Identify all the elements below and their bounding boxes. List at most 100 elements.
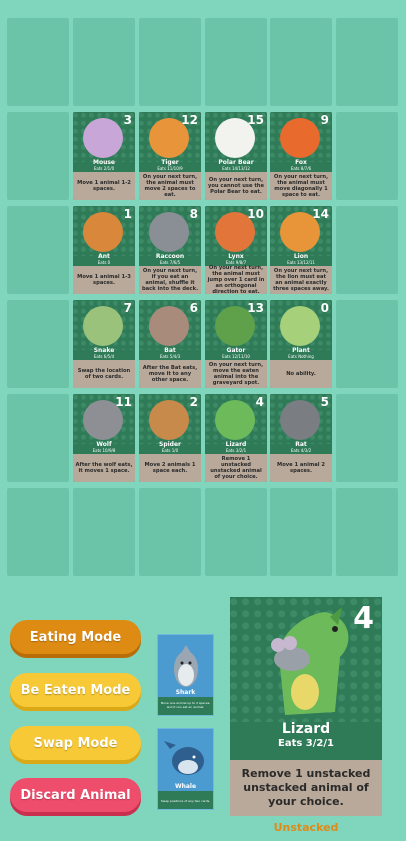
board-cell[interactable] bbox=[7, 394, 69, 482]
board-cell[interactable] bbox=[205, 18, 267, 106]
snake-icon bbox=[83, 306, 123, 346]
board-cell[interactable] bbox=[205, 488, 267, 576]
animal-card[interactable]: 15 Polar Bear Eats 14/13/12 On your next tu… bbox=[205, 112, 267, 200]
animal-card[interactable]: 9 Fox Eats 8/7/6 On your next turn, the ani… bbox=[270, 112, 332, 200]
board-cell[interactable] bbox=[7, 18, 69, 106]
card-name: Lizard bbox=[225, 441, 247, 448]
whale-ability: Swap positions of any two cards. bbox=[160, 799, 211, 803]
selected-card-ability: Remove 1 unstacked unstacked animal of y… bbox=[230, 760, 382, 816]
game-board: 3 Mouse Eats 2/1/0 Move 1 animal 1-2 spaces… bbox=[0, 0, 406, 580]
board-cell[interactable] bbox=[336, 18, 398, 106]
card-ability: After the Bat eats, move it to any other… bbox=[139, 360, 201, 388]
board-cell[interactable] bbox=[73, 488, 135, 576]
card-number: 5 bbox=[320, 395, 329, 409]
card-name: Spider bbox=[159, 441, 181, 448]
animal-card[interactable]: 6 Bat Eats 5/4/3 After the Bat eats, move i… bbox=[139, 300, 201, 388]
animal-card[interactable]: 12 Tiger Eats 11/10/9 On your next turn, th… bbox=[139, 112, 201, 200]
card-eats: Eats 3/2/1 bbox=[225, 448, 247, 453]
rat-icon bbox=[280, 400, 320, 440]
card-number: 15 bbox=[247, 113, 264, 127]
selected-card-status: Unstacked bbox=[273, 821, 339, 834]
board-cell[interactable] bbox=[336, 394, 398, 482]
whale-name: Whale bbox=[174, 783, 197, 790]
card-ability: On your next turn, you cannot use the Po… bbox=[205, 172, 267, 200]
board-cell[interactable] bbox=[270, 18, 332, 106]
lizard-icon bbox=[215, 400, 255, 440]
card-ability: Move 2 animals 1 space each. bbox=[139, 454, 201, 482]
card-name: Mouse bbox=[92, 159, 115, 166]
animal-card[interactable]: 13 Gator Eats 12/11/10 On your next turn, m… bbox=[205, 300, 267, 388]
card-ability: No ability. bbox=[270, 360, 332, 388]
board-cell[interactable] bbox=[73, 18, 135, 106]
swap-mode-button[interactable]: Swap Mode bbox=[10, 726, 141, 760]
discard-animal-button[interactable]: Discard Animal bbox=[10, 778, 141, 812]
card-number: 1 bbox=[123, 207, 132, 221]
whale-icon bbox=[158, 729, 213, 791]
selected-card: 4 Lizard Eats 3/2/1 Remove 1 unstacked u… bbox=[230, 597, 382, 816]
card-name: Tiger bbox=[161, 159, 179, 166]
board-cell[interactable] bbox=[7, 112, 69, 200]
selected-card-eats: Eats 3/2/1 bbox=[278, 738, 334, 749]
card-number: 2 bbox=[189, 395, 198, 409]
card-ability: On your next turn, the animal must jump … bbox=[205, 265, 267, 294]
card-name: Rat bbox=[295, 441, 307, 448]
animal-card[interactable]: 7 Snake Eats 6/5/4 Swap the location of two… bbox=[73, 300, 135, 388]
board-cell[interactable] bbox=[336, 112, 398, 200]
board-cell[interactable] bbox=[7, 300, 69, 388]
board-cell[interactable] bbox=[336, 300, 398, 388]
card-eats: Eats 14/13/12 bbox=[222, 166, 250, 171]
card-eats: Eats 12/11/10 bbox=[222, 354, 250, 359]
be-eaten-mode-button[interactable]: Be Eaten Mode bbox=[10, 673, 141, 707]
animal-card[interactable]: 0 Plant Eats Nothing No ability. bbox=[270, 300, 332, 388]
animal-card[interactable]: 14 Lion Eats 13/12/11 On your next turn, th… bbox=[270, 206, 332, 294]
board-cell[interactable] bbox=[270, 488, 332, 576]
raccoon-icon bbox=[149, 212, 189, 252]
board-cell[interactable] bbox=[7, 206, 69, 294]
card-name: Ant bbox=[98, 253, 110, 260]
card-name: Fox bbox=[295, 159, 307, 166]
board-cell[interactable] bbox=[139, 488, 201, 576]
card-eats: Eats 8/7/6 bbox=[290, 166, 312, 171]
eating-mode-button[interactable]: Eating Mode bbox=[10, 620, 141, 654]
card-eats: Eats Nothing bbox=[288, 354, 314, 359]
animal-card[interactable]: 10 Lynx Eats 9/8/7 On your next turn, the a… bbox=[205, 206, 267, 294]
card-number: 8 bbox=[189, 207, 198, 221]
animal-card[interactable]: 11 Wolf Eats 10/9/8 After the wolf eats, it… bbox=[73, 394, 135, 482]
card-eats: Eats 10/9/8 bbox=[92, 448, 116, 453]
card-ability: Move 1 animal 1-3 spaces. bbox=[73, 266, 135, 294]
selected-card-name: Lizard bbox=[281, 721, 331, 737]
animal-card[interactable]: 5 Rat Eats 4/3/2 Move 1 animal 2 spaces. bbox=[270, 394, 332, 482]
card-eats: Eats 1/0 bbox=[161, 448, 179, 453]
board-cell[interactable] bbox=[7, 488, 69, 576]
card-name: Bat bbox=[164, 347, 176, 354]
card-number: 9 bbox=[320, 113, 329, 127]
board-cell[interactable] bbox=[139, 18, 201, 106]
animal-card[interactable]: 4 Lizard Eats 3/2/1 Remove 1 unstacked unst… bbox=[205, 394, 267, 482]
card-name: Lion bbox=[293, 253, 309, 260]
mouse-icon bbox=[83, 118, 123, 158]
card-eats: Eats 0 bbox=[97, 260, 111, 265]
card-eats: Eats 7/6/5 bbox=[159, 260, 181, 265]
card-name: Raccoon bbox=[155, 253, 185, 260]
animal-card[interactable]: 1 Ant Eats 0 Move 1 animal 1-3 spaces. bbox=[73, 206, 135, 294]
animal-card[interactable]: 3 Mouse Eats 2/1/0 Move 1 animal 1-2 spaces… bbox=[73, 112, 135, 200]
card-eats: Eats 5/4/3 bbox=[159, 354, 181, 359]
hand-card-shark[interactable]: Shark Move one animal up to 2 spaces, an… bbox=[157, 634, 214, 716]
card-number: 14 bbox=[312, 207, 329, 221]
shark-icon bbox=[158, 635, 213, 697]
board-cell[interactable] bbox=[336, 206, 398, 294]
animal-card[interactable]: 2 Spider Eats 1/0 Move 2 animals 1 space ea… bbox=[139, 394, 201, 482]
card-ability: Move 1 animal 2 spaces. bbox=[270, 454, 332, 482]
card-eats: Eats 2/1/0 bbox=[93, 166, 115, 171]
card-ability: On your next turn, the lion must eat an … bbox=[270, 266, 332, 294]
card-name: Snake bbox=[93, 347, 115, 354]
card-number: 10 bbox=[247, 207, 264, 221]
animal-card[interactable]: 8 Raccoon Eats 7/6/5 On your next turn, if … bbox=[139, 206, 201, 294]
hand-card-whale[interactable]: Whale Swap positions of any two cards. bbox=[157, 728, 214, 810]
card-ability: After the wolf eats, it moves 1 space. bbox=[73, 454, 135, 482]
selected-card-number: 4 bbox=[353, 601, 374, 636]
board-cell[interactable] bbox=[336, 488, 398, 576]
card-name: Wolf bbox=[96, 441, 112, 448]
card-eats: Eats 11/10/9 bbox=[157, 166, 183, 171]
card-ability: Remove 1 unstacked unstacked animal of y… bbox=[205, 454, 267, 482]
